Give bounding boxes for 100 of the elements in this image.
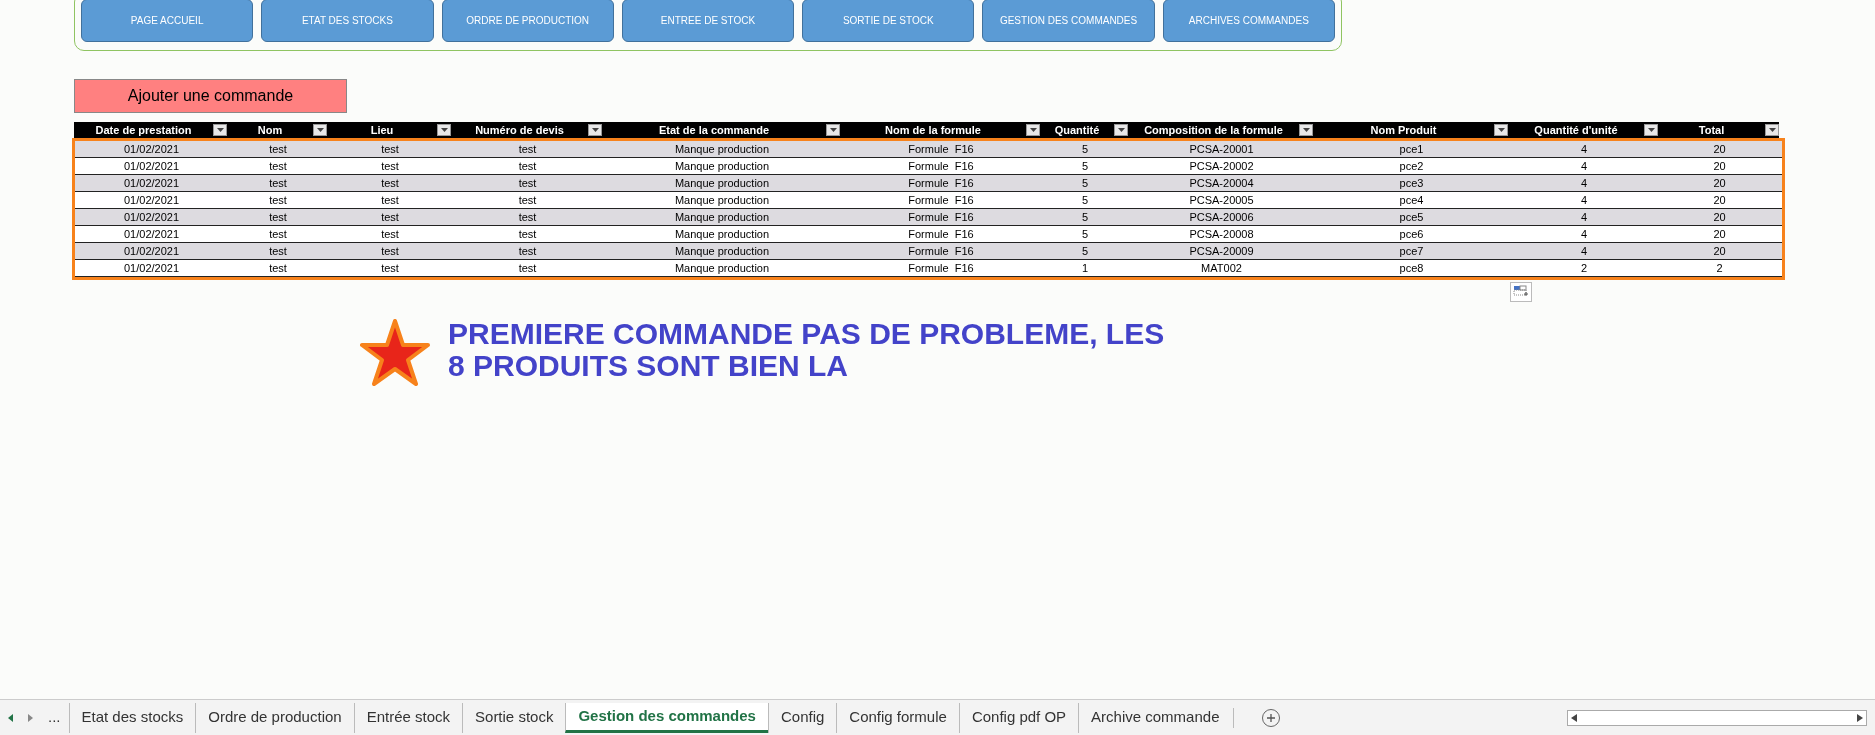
table-cell-text: Manque production <box>673 210 771 225</box>
table-cell-text: test <box>380 244 400 259</box>
column-header: Date de prestation <box>74 122 227 138</box>
table-cell-text: Manque production <box>673 193 771 208</box>
table-grid-icon <box>1513 285 1529 299</box>
filter-dropdown-button[interactable] <box>437 124 451 136</box>
more-sheets-button[interactable]: ... <box>40 706 69 729</box>
table-cell-text: test <box>268 244 288 259</box>
filter-dropdown-button[interactable] <box>1494 124 1508 136</box>
table-cell-text: 01/02/2021 <box>122 261 181 276</box>
quick-analysis-icon[interactable] <box>1510 282 1532 302</box>
filter-dropdown-button[interactable] <box>826 124 840 136</box>
table-cell-text: 5 <box>1080 193 1090 208</box>
table-cell-text: test <box>517 227 538 242</box>
table-cell-text: 01/02/2021 <box>122 193 181 208</box>
table-cell-text: test <box>380 142 400 157</box>
scroll-left-icon[interactable] <box>7 713 13 722</box>
table-cell-text: test <box>517 193 538 208</box>
table-cell-text: Manque production <box>673 176 771 191</box>
table-cell-text: pce3 <box>1398 176 1425 191</box>
caret-icon <box>440 128 448 132</box>
column-header: Lieu <box>327 122 451 138</box>
table-cell-text: MAT002 <box>1200 261 1243 276</box>
table-cell-text: test <box>380 261 400 276</box>
table-cell-text: test <box>268 159 288 174</box>
column-header: Quantité d'unité <box>1508 122 1658 138</box>
table-cell-text: test <box>380 227 400 242</box>
table-cell-text: test <box>380 176 400 191</box>
sheet-tab[interactable]: Ordre de production <box>195 702 354 733</box>
caret-icon <box>1029 128 1037 132</box>
add-order-button[interactable]: Ajouter une commande <box>74 79 347 113</box>
filter-dropdown-button[interactable] <box>213 124 227 136</box>
table-cell-text: test <box>380 193 400 208</box>
table-cell-text: Manque production <box>673 244 771 259</box>
sheet-tab[interactable]: Config <box>767 702 837 733</box>
table-cell-text: Formule F16 <box>907 193 975 208</box>
table-cell-text: PCSA-20005 <box>1188 193 1255 208</box>
column-header: Quantité <box>1040 122 1128 138</box>
table-cell-text: pce2 <box>1398 159 1425 174</box>
table-cell-text: 01/02/2021 <box>122 176 181 191</box>
table-cell-text: 5 <box>1080 210 1090 225</box>
table-cell-text: test <box>517 261 538 276</box>
table-cell-text: Manque production <box>673 142 771 157</box>
caret-icon <box>1117 128 1125 132</box>
filter-dropdown-button[interactable] <box>1299 124 1313 136</box>
sheet-tab[interactable]: Etat des stocks <box>68 702 196 733</box>
caret-icon <box>591 128 599 132</box>
table-cell-text: 4 <box>1579 193 1589 208</box>
scroll-right-icon[interactable] <box>1857 713 1863 722</box>
table-cell-text: 20 <box>1712 210 1727 225</box>
table-cell-text: test <box>517 159 538 174</box>
filter-dropdown-button[interactable] <box>313 124 327 136</box>
table-cell-text: 4 <box>1579 142 1589 157</box>
table-cell-text: Formule F16 <box>907 227 975 242</box>
filter-dropdown-button[interactable] <box>1644 124 1658 136</box>
table-cell-text: PCSA-20001 <box>1188 142 1255 157</box>
scroll-left-icon[interactable] <box>1571 713 1577 722</box>
table-cell-text: 4 <box>1579 159 1589 174</box>
annotation-text: 8 PRODUITS SONT BIEN LA <box>448 350 850 382</box>
column-header: Nom <box>227 122 327 138</box>
sheet-tab[interactable]: Gestion des commandes <box>565 702 768 733</box>
table-cell-text: Formule F16 <box>907 244 975 259</box>
sheet-tab[interactable]: Config formule <box>836 702 959 733</box>
table-cell-text: pce4 <box>1398 193 1425 208</box>
sheet-tab[interactable]: Entrée stock <box>353 702 463 733</box>
table-cell-text: test <box>380 210 400 225</box>
table-cell-text: pce5 <box>1398 210 1425 225</box>
table-cell-text: Manque production <box>673 159 771 174</box>
table-cell-text: 01/02/2021 <box>122 142 181 157</box>
table-cell-text: PCSA-20002 <box>1188 159 1255 174</box>
table-cell-text: 20 <box>1712 159 1727 174</box>
table-cell-text: 5 <box>1080 227 1090 242</box>
caret-icon <box>829 128 837 132</box>
sheet-tab[interactable]: Archive commande <box>1078 702 1232 733</box>
table-cell-text: PCSA-20008 <box>1188 227 1255 242</box>
caret-icon <box>316 128 324 132</box>
caret-icon <box>1302 128 1310 132</box>
caret-icon <box>1768 128 1776 132</box>
horizontal-scrollbar[interactable] <box>1567 709 1867 726</box>
table-cell-text: 5 <box>1080 142 1090 157</box>
table-cell-text: 4 <box>1579 227 1589 242</box>
table-cell-text: pce1 <box>1398 142 1425 157</box>
plus-icon <box>1266 712 1277 723</box>
table-cell-text: test <box>268 227 288 242</box>
table-cell-text: test <box>517 244 538 259</box>
filter-dropdown-button[interactable] <box>1765 124 1779 136</box>
filter-dropdown-button[interactable] <box>1026 124 1040 136</box>
table-cell-text: 1 <box>1080 261 1090 276</box>
table-cell-text: 5 <box>1080 244 1090 259</box>
filter-dropdown-button[interactable] <box>1114 124 1128 136</box>
table-cell-text: 01/02/2021 <box>122 244 181 259</box>
column-header: Numéro de devis <box>451 122 602 138</box>
filter-dropdown-button[interactable] <box>588 124 602 136</box>
caret-icon <box>216 128 224 132</box>
sheet-tab[interactable]: Config pdf OP <box>958 702 1079 733</box>
table-cell-text: 4 <box>1579 210 1589 225</box>
table-cell-text: PCSA-20006 <box>1188 210 1255 225</box>
table-cell-text: test <box>268 142 288 157</box>
table-cell-text: 20 <box>1712 244 1727 259</box>
caret-icon <box>1497 128 1505 132</box>
